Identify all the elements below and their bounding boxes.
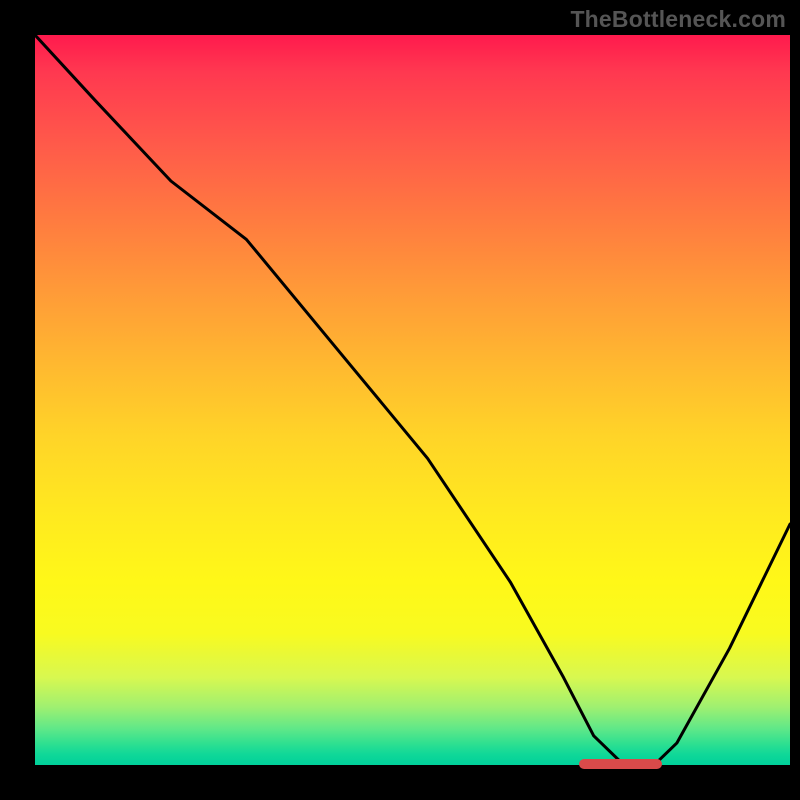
plot-area <box>35 35 790 765</box>
watermark-text: TheBottleneck.com <box>570 6 786 33</box>
optimal-range-marker <box>579 759 662 769</box>
chart-container: TheBottleneck.com <box>0 0 800 800</box>
bottleneck-curve <box>35 35 790 765</box>
curve-svg <box>35 35 790 765</box>
